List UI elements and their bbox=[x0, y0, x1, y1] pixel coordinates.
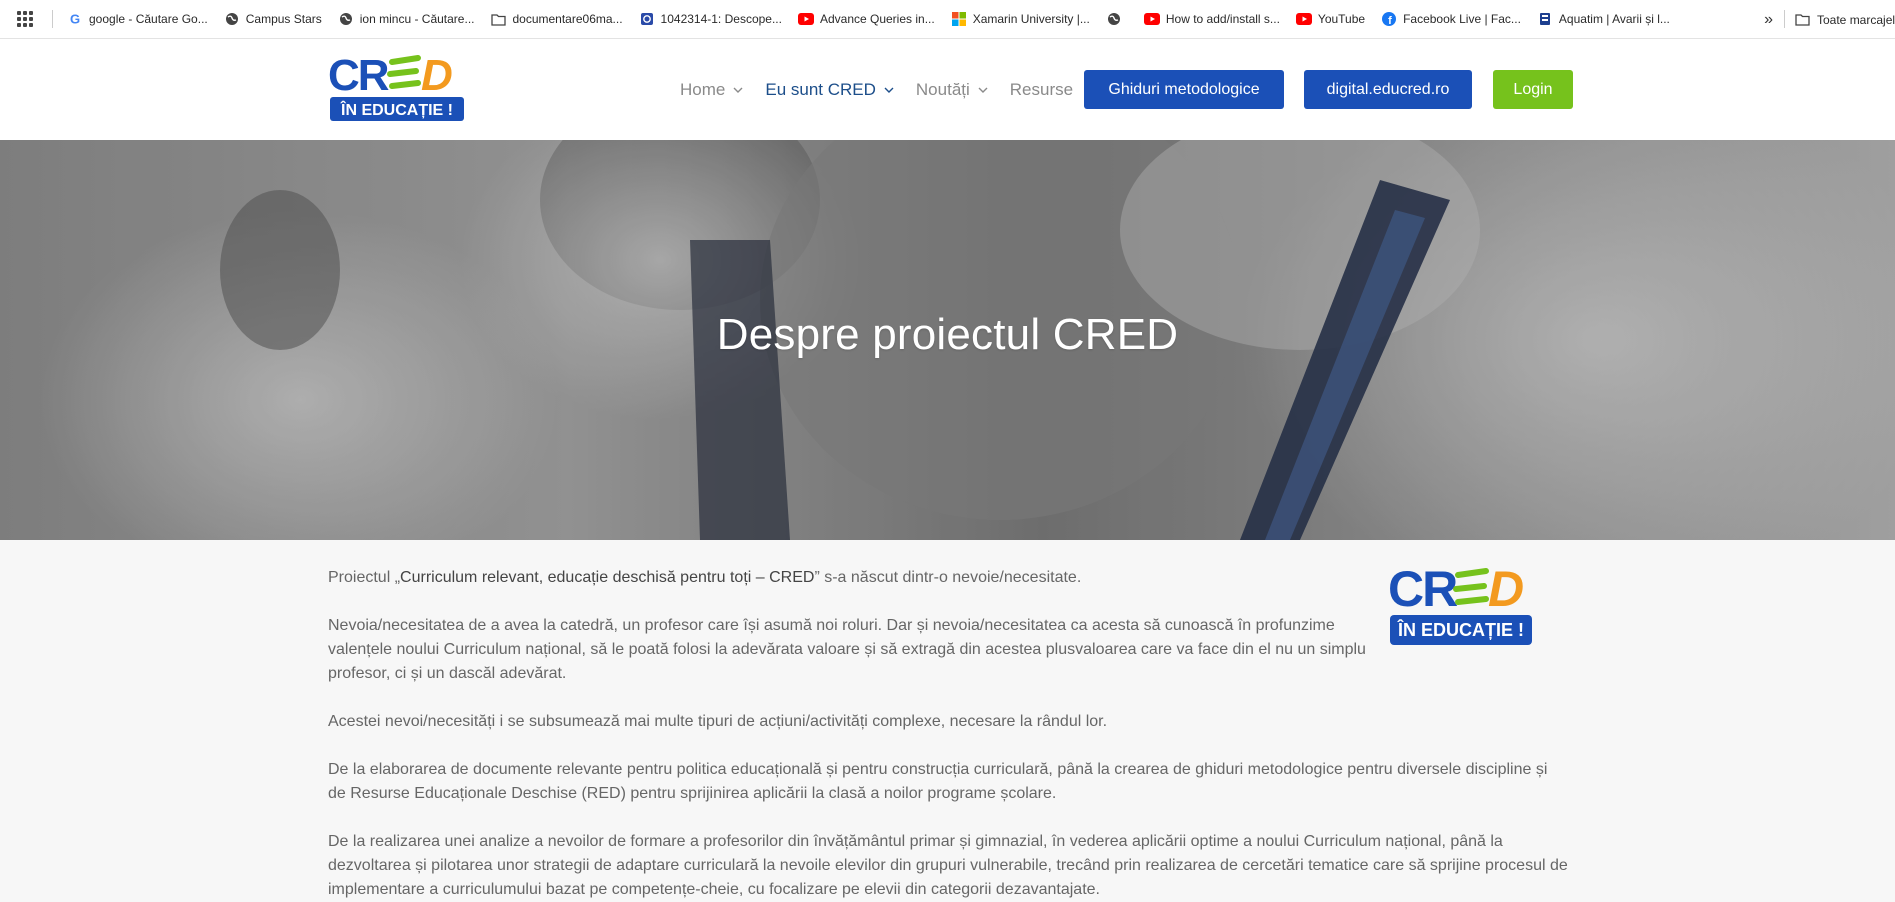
bookmark-item[interactable]: How to add/install s... bbox=[1143, 11, 1280, 27]
bookmark-item[interactable]: documentare06ma... bbox=[490, 11, 623, 27]
bookmark-item[interactable]: YouTube bbox=[1295, 11, 1365, 27]
chevron-down-icon bbox=[978, 87, 988, 93]
bookmarks-bar: G google - Căutare Go... Campus Stars io… bbox=[0, 0, 1895, 39]
bookmark-item[interactable]: Campus Stars bbox=[224, 11, 322, 27]
bookmark-item[interactable]: 1042314-1: Descope... bbox=[639, 11, 782, 27]
youtube-icon bbox=[797, 11, 814, 27]
nav-resurse[interactable]: Resurse bbox=[1010, 80, 1073, 100]
book-icon bbox=[639, 11, 655, 27]
ghiduri-metodologice-button[interactable]: Ghiduri metodologice bbox=[1084, 70, 1284, 109]
all-bookmarks-label: Toate marcajele bbox=[1817, 12, 1895, 27]
paragraph: Acestei nevoi/necesități i se subsumează… bbox=[328, 713, 1108, 730]
svg-text:ÎN EDUCAȚIE !: ÎN EDUCAȚIE ! bbox=[1397, 619, 1524, 640]
nav-eu-sunt-cred[interactable]: Eu sunt CRED bbox=[765, 80, 894, 100]
bookmark-item[interactable]: G google - Căutare Go... bbox=[67, 11, 208, 27]
paragraph: De la elaborarea de documente relevante … bbox=[328, 761, 1548, 802]
paragraph: De la realizarea unei analize a nevoilor… bbox=[328, 833, 1568, 898]
page-title: Despre proiectul CRED bbox=[716, 310, 1179, 359]
aquatim-icon bbox=[1537, 11, 1553, 27]
hero-banner: Despre proiectul CRED bbox=[0, 140, 1895, 540]
bookmarks-divider bbox=[52, 10, 53, 28]
chevron-down-icon bbox=[733, 87, 743, 93]
bookmark-item[interactable]: f Facebook Live | Fac... bbox=[1381, 11, 1521, 27]
globe-icon bbox=[224, 11, 240, 27]
nav-home[interactable]: Home bbox=[680, 80, 743, 100]
globe-icon bbox=[1106, 11, 1122, 27]
bookmark-item[interactable]: ion mincu - Căutare... bbox=[338, 11, 474, 27]
folder-icon bbox=[1795, 12, 1811, 28]
youtube-icon bbox=[1295, 11, 1312, 27]
globe-icon bbox=[338, 11, 354, 27]
bookmarks-overflow-chevron-icon[interactable]: » bbox=[1764, 0, 1773, 38]
main-nav: Home Eu sunt CRED Noutăți Resurse bbox=[680, 70, 1095, 110]
facebook-icon: f bbox=[1381, 11, 1397, 27]
paragraph-intro: Proiectul „Curriculum relevant, educație… bbox=[328, 569, 1082, 586]
svg-text:D: D bbox=[421, 53, 453, 100]
cred-logo[interactable]: CR D ÎN EDUCAȚIE ! bbox=[328, 51, 468, 123]
svg-text:D: D bbox=[1488, 563, 1524, 617]
article-content: Proiectul „Curriculum relevant, educație… bbox=[0, 540, 1895, 902]
svg-text:CR: CR bbox=[1388, 563, 1458, 617]
apps-grid-icon[interactable] bbox=[16, 10, 34, 28]
article-text: Proiectul „Curriculum relevant, educație… bbox=[328, 566, 1568, 902]
svg-text:G: G bbox=[70, 12, 80, 26]
svg-text:ÎN EDUCAȚIE !: ÎN EDUCAȚIE ! bbox=[340, 100, 453, 119]
project-name: Curriculum relevant, educație deschisă p… bbox=[400, 569, 815, 586]
site-header: CR D ÎN EDUCAȚIE ! Home Eu sunt CRED Nou… bbox=[0, 39, 1895, 140]
microsoft-icon bbox=[951, 11, 967, 27]
youtube-icon bbox=[1143, 11, 1160, 27]
bookmark-item[interactable] bbox=[1106, 11, 1128, 27]
svg-text:CR: CR bbox=[328, 53, 389, 100]
login-button[interactable]: Login bbox=[1493, 70, 1573, 109]
google-icon: G bbox=[67, 11, 83, 27]
paragraph: Nevoia/necesitatea de a avea la catedră,… bbox=[328, 617, 1366, 682]
bookmark-item[interactable]: Aquatim | Avarii și l... bbox=[1537, 11, 1670, 27]
folder-icon bbox=[490, 11, 506, 27]
all-bookmarks-folder[interactable]: Toate marcajele bbox=[1795, 0, 1895, 38]
chevron-down-icon bbox=[884, 87, 894, 93]
svg-text:f: f bbox=[1388, 15, 1392, 26]
nav-noutati[interactable]: Noutăți bbox=[916, 80, 988, 100]
bookmark-item[interactable]: Xamarin University |... bbox=[951, 11, 1090, 27]
bookmarks-divider bbox=[1784, 10, 1785, 28]
digital-educred-button[interactable]: digital.educred.ro bbox=[1304, 70, 1472, 109]
bookmark-item[interactable]: Advance Queries in... bbox=[797, 11, 935, 27]
cred-logo-content: CR D ÎN EDUCAȚIE ! bbox=[1388, 561, 1534, 653]
